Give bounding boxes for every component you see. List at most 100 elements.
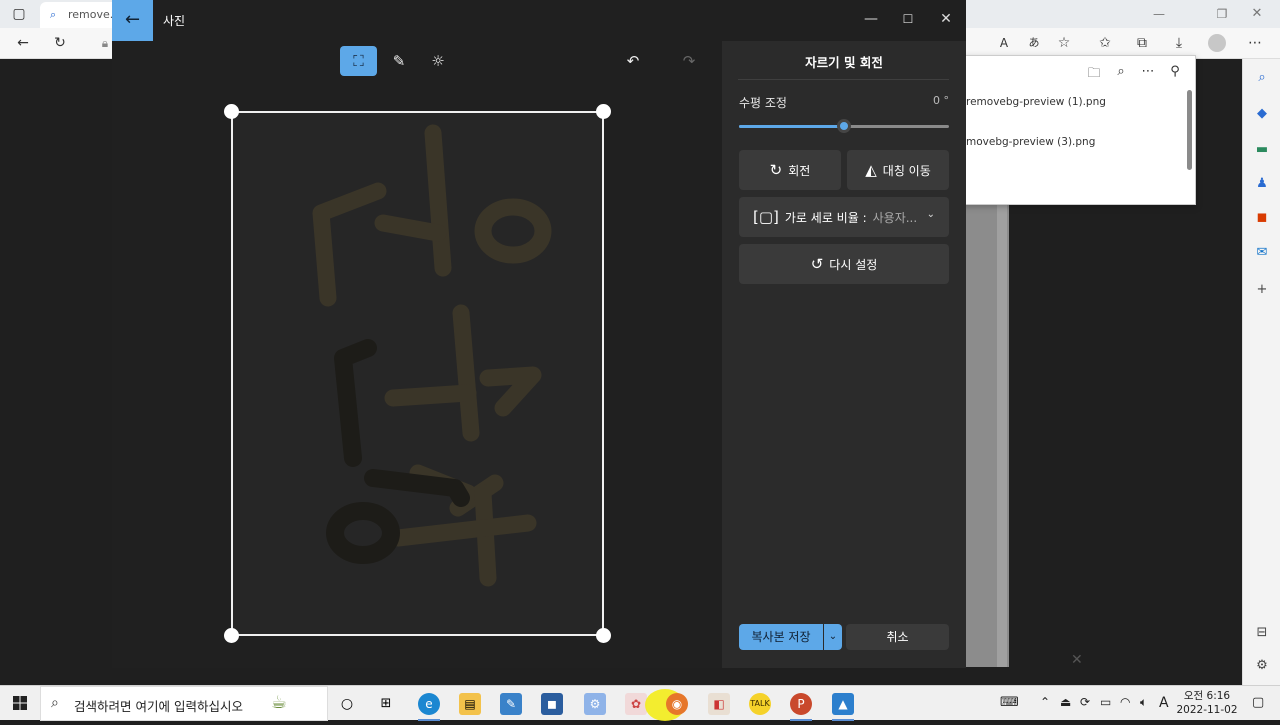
close-icon[interactable]: ✕ xyxy=(1248,5,1266,23)
aspect-ratio-label: 가로 세로 비율 : xyxy=(784,210,867,225)
calendar-app-icon[interactable]: ◧ xyxy=(708,693,730,715)
adjust-tool-button[interactable]: ☼ xyxy=(423,46,453,76)
usb-icon[interactable]: ⏏ xyxy=(1060,695,1071,709)
browser-sidebar: ⌕ ◆ ▬ ♟ ◼ ✉ + ⊟ ⚙ xyxy=(1242,59,1280,685)
notifications-icon[interactable]: ▢ xyxy=(1252,695,1264,710)
straighten-label: 수평 조정 xyxy=(739,96,787,110)
straighten-slider-fill xyxy=(739,125,844,128)
task-view-icon[interactable]: ⊞ xyxy=(375,693,397,715)
show-hidden-icons-icon[interactable]: ⌃ xyxy=(1040,695,1050,709)
flip-button[interactable]: ◭ 대칭 이동 xyxy=(847,150,949,190)
crop-icon: ⛶ xyxy=(353,52,364,70)
minimize-icon[interactable]: — xyxy=(1150,5,1168,23)
open-folder-icon[interactable]: 🗀 xyxy=(1086,64,1102,81)
maximize-icon[interactable]: ❐ xyxy=(1213,5,1231,23)
download-icon[interactable]: ⤓ xyxy=(1170,34,1188,52)
volume-icon[interactable]: 🔈︎ xyxy=(1140,695,1147,710)
marker-icon: ✎ xyxy=(392,52,406,70)
photos-window: ← 사진 — ☐ ✕ ⛶ ✎ ☼ ↶ ↷ 자르기 및 회전 수평 조정 0 ° … xyxy=(112,0,966,668)
touch-keyboard-icon[interactable]: ⌨ xyxy=(1000,695,1019,710)
search-icon[interactable]: ⌕ xyxy=(1253,69,1271,87)
notes-app-icon[interactable]: ✎ xyxy=(500,693,522,715)
network-app-icon[interactable]: ⚙ xyxy=(584,693,606,715)
maximize-button[interactable]: ☐ xyxy=(893,6,923,32)
download-item[interactable]: movebg-preview (3).png xyxy=(966,136,1095,148)
reset-button[interactable]: ↺ 다시 설정 xyxy=(739,244,949,284)
powerpoint-icon[interactable]: P xyxy=(790,693,812,721)
rotate-label: 회전 xyxy=(788,163,811,178)
tools-icon[interactable]: ▬ xyxy=(1253,141,1271,159)
tab-actions-icon[interactable]: ▢ xyxy=(10,5,28,23)
close-icon[interactable]: ✕ xyxy=(1071,652,1083,668)
more-options-icon[interactable]: ⋯ xyxy=(1140,64,1156,80)
search-downloads-icon[interactable]: ⌕ xyxy=(1113,64,1129,80)
photos-taskbar-icon[interactable]: ▲ xyxy=(832,693,854,721)
browser-tab[interactable]: ⌕ remove.b xyxy=(40,2,120,28)
battery-icon[interactable]: ▭ xyxy=(1100,695,1111,709)
crop-handle-bottom-right[interactable] xyxy=(596,628,611,643)
chrome-icon[interactable]: ◉ xyxy=(666,693,688,715)
wifi-icon[interactable]: ◠ xyxy=(1120,695,1130,709)
back-button[interactable]: ← xyxy=(112,0,153,41)
ime-indicator[interactable]: A xyxy=(1159,695,1169,711)
add-icon[interactable]: + xyxy=(1253,281,1271,299)
refresh-icon[interactable]: ↻ xyxy=(51,34,69,52)
clock[interactable]: 오전 6:16 2022-11-02 xyxy=(1176,689,1238,717)
kakaotalk-icon[interactable]: TALK xyxy=(749,693,771,715)
page-scrollbar[interactable] xyxy=(997,204,1007,667)
shopping-icon[interactable]: ◆ xyxy=(1253,105,1271,123)
rotate-button[interactable]: ↻ 회전 xyxy=(739,150,841,190)
outlook-icon[interactable]: ✉ xyxy=(1253,244,1271,262)
pin-icon[interactable]: ⚲ xyxy=(1167,64,1183,80)
file-explorer-icon[interactable]: ▤ xyxy=(459,693,481,715)
clock-date: 2022-11-02 xyxy=(1176,704,1238,716)
minimize-button[interactable]: — xyxy=(856,6,886,32)
undo-button[interactable]: ↶ xyxy=(618,46,648,76)
crop-tool-button[interactable]: ⛶ xyxy=(340,46,377,76)
office-icon[interactable]: ◼ xyxy=(1253,209,1271,227)
sidebar-toggle-icon[interactable]: ⊟ xyxy=(1253,624,1271,642)
page-scroll-area[interactable] xyxy=(966,204,1009,667)
crop-handle-top-right[interactable] xyxy=(596,104,611,119)
add-favorite-icon[interactable]: ☆ xyxy=(1055,34,1073,52)
back-arrow-icon[interactable]: ← xyxy=(14,34,32,52)
crop-rotate-panel: 자르기 및 회전 수평 조정 0 ° ↻ 회전 ◭ 대칭 이동 [▢] 가로 세… xyxy=(722,41,966,668)
store-icon[interactable]: ◼ xyxy=(541,693,563,715)
markup-tool-button[interactable]: ✎ xyxy=(384,46,414,76)
settings-icon[interactable]: ⚙ xyxy=(1253,657,1271,675)
back-arrow-icon: ← xyxy=(124,9,141,30)
search-placeholder: 검색하려면 여기에 입력하십시오 xyxy=(74,699,243,714)
save-options-dropdown[interactable]: ⌄ xyxy=(824,624,842,650)
profile-avatar[interactable] xyxy=(1208,34,1226,52)
read-aloud-icon[interactable]: A xyxy=(995,34,1013,52)
games-icon[interactable]: ♟ xyxy=(1253,175,1271,193)
downloads-panel: 🗀 ⌕ ⋯ ⚲ removebg-preview (1).png movebg-… xyxy=(955,55,1196,205)
windows-logo-icon xyxy=(13,696,27,710)
crop-handle-bottom-left[interactable] xyxy=(224,628,239,643)
sync-icon[interactable]: ⟳ xyxy=(1080,695,1090,709)
translate-icon[interactable]: あ xyxy=(1025,34,1043,52)
redo-button[interactable]: ↷ xyxy=(674,46,704,76)
more-menu-icon[interactable]: ⋯ xyxy=(1246,34,1264,52)
close-button[interactable]: ✕ xyxy=(931,6,961,32)
taskbar: ⌕ 검색하려면 여기에 입력하십시오 ☕︎ ○ ⊞ e ▤ ✎ ◼ ⚙ ✿ ◉ … xyxy=(0,685,1280,721)
rotate-icon: ↻ xyxy=(769,161,783,179)
aspect-ratio-dropdown[interactable]: [▢] 가로 세로 비율 : 사용자... ⌄ xyxy=(739,197,949,237)
paint-icon[interactable]: ✿ xyxy=(625,693,647,715)
downloads-scrollbar[interactable] xyxy=(1187,90,1192,170)
straighten-slider-thumb[interactable] xyxy=(837,119,851,133)
download-item[interactable]: removebg-preview (1).png xyxy=(966,96,1106,108)
crop-handle-top-left[interactable] xyxy=(224,104,239,119)
cancel-button[interactable]: 취소 xyxy=(846,624,949,650)
aspect-ratio-icon: [▢] xyxy=(753,208,779,226)
save-copy-button[interactable]: 복사본 저장 xyxy=(739,624,823,650)
cortana-icon[interactable]: ○ xyxy=(336,693,358,715)
collections-icon[interactable]: ⧉ xyxy=(1133,34,1151,52)
chevron-down-icon: ⌄ xyxy=(828,631,838,642)
start-button[interactable] xyxy=(0,686,40,721)
edge-taskbar-icon[interactable]: e xyxy=(418,693,440,721)
photo-canvas[interactable] xyxy=(231,111,604,636)
taskbar-search[interactable]: ⌕ 검색하려면 여기에 입력하십시오 ☕︎ xyxy=(40,686,328,721)
favorites-icon[interactable]: ✩ xyxy=(1096,34,1114,52)
handwritten-image xyxy=(312,124,552,587)
